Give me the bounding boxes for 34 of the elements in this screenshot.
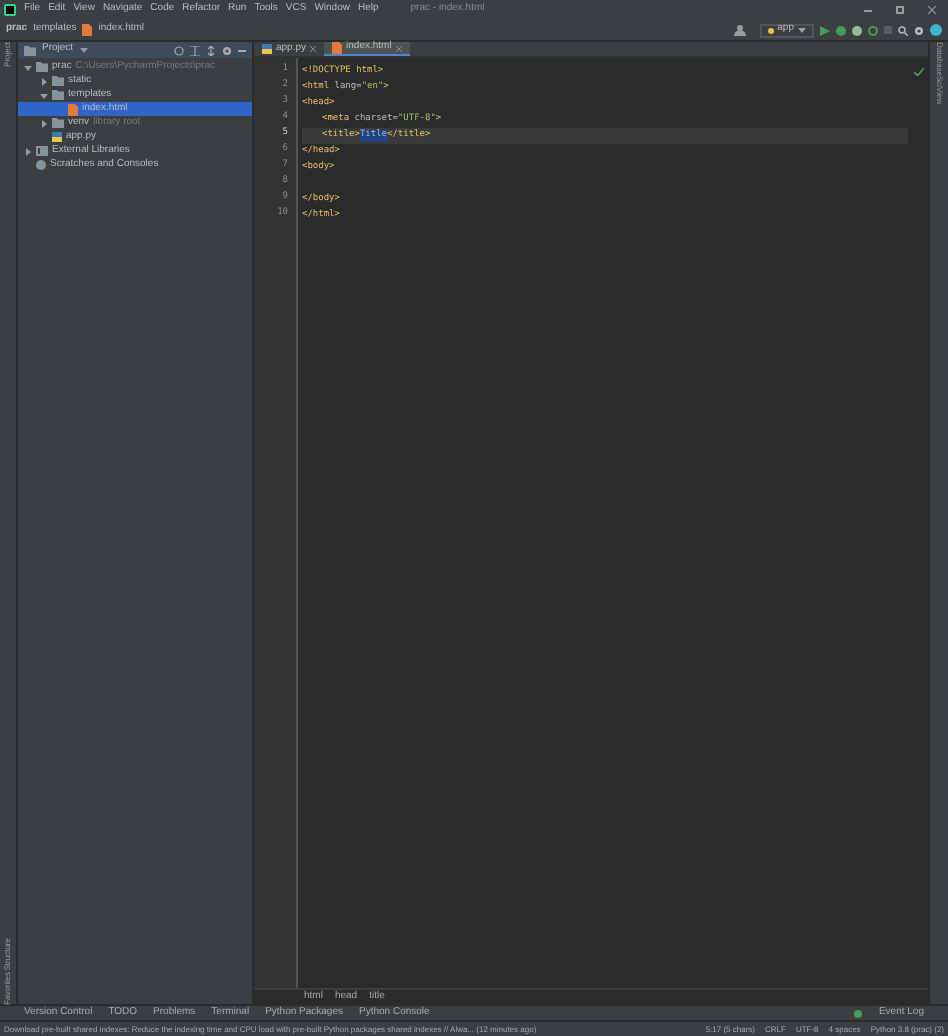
maximize-icon[interactable] [896, 6, 904, 14]
expand-arrow-icon[interactable] [798, 26, 806, 34]
expand-icon[interactable] [206, 45, 216, 55]
settings-icon[interactable] [222, 45, 232, 55]
expand-arrow-icon[interactable] [24, 147, 32, 155]
scratch-icon [36, 160, 46, 170]
close-icon[interactable] [395, 45, 402, 51]
minimize-icon[interactable] [864, 9, 872, 11]
locate-icon[interactable] [174, 45, 184, 55]
collapse-icon[interactable] [190, 45, 200, 55]
user-icon[interactable] [733, 24, 746, 36]
expand-arrow-icon[interactable] [79, 46, 88, 54]
debug-icon[interactable] [836, 25, 846, 35]
html-file-icon [68, 103, 78, 115]
event-indicator-icon [854, 1009, 863, 1017]
expand-arrow-icon[interactable] [40, 77, 48, 85]
library-icon [36, 146, 48, 156]
expand-arrow-icon[interactable] [40, 91, 48, 99]
plugin-icon[interactable] [930, 24, 942, 36]
app-logo-icon [4, 4, 16, 16]
run-icon[interactable] [820, 25, 830, 35]
expand-arrow-icon[interactable] [40, 119, 48, 127]
html-file-icon [82, 24, 93, 36]
search-icon[interactable] [898, 25, 908, 35]
close-icon[interactable] [310, 46, 317, 52]
close-icon[interactable] [928, 6, 936, 14]
profile-icon[interactable] [868, 25, 878, 35]
settings-icon[interactable] [914, 25, 924, 35]
expand-arrow-icon[interactable] [24, 63, 32, 71]
python-file-icon [262, 44, 272, 54]
check-icon [913, 68, 923, 76]
python-file-icon [52, 132, 62, 142]
html-file-icon [332, 42, 343, 54]
coverage-icon[interactable] [852, 25, 862, 35]
